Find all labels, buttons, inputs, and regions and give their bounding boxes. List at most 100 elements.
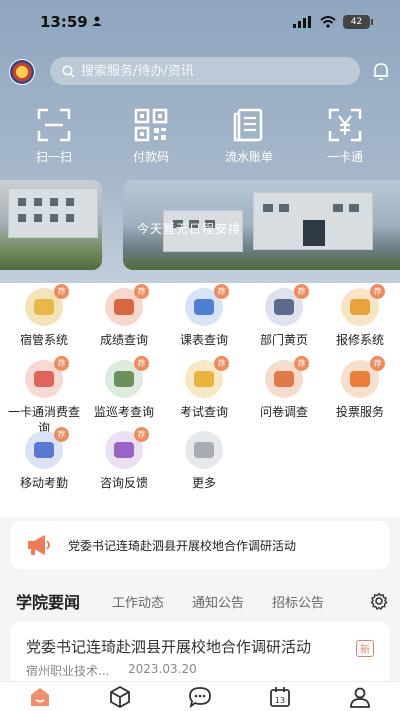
news-source: 宿州职业技术... xyxy=(26,664,110,678)
chat-icon xyxy=(189,687,211,709)
tab-work-updates[interactable]: 工作动态 xyxy=(112,592,164,611)
service-label: 监巡考查询 xyxy=(93,405,154,419)
service-glyph xyxy=(194,442,214,458)
tab-announcements[interactable]: 通知公告 xyxy=(192,592,244,611)
recommend-badge: 荐 xyxy=(370,356,385,371)
notice-text: 党委书记连琦赴泗县开展校地合作调研活动 xyxy=(68,539,297,553)
service-glyph xyxy=(114,442,134,458)
service-mobile-attendance[interactable]: 荐移动考勤 xyxy=(4,427,84,491)
tab-apps[interactable] xyxy=(80,685,160,709)
recommend-badge: 荐 xyxy=(54,284,69,299)
service-glyph xyxy=(34,299,54,315)
tab-calendar[interactable]: 13 xyxy=(240,685,320,709)
recommend-badge: 荐 xyxy=(134,427,149,442)
news-tabs: 学院要闻 工作动态 通知公告 招标公告 xyxy=(0,584,400,618)
quick-action-pay-code[interactable]: 付款码 xyxy=(111,108,191,165)
gear-icon[interactable] xyxy=(370,592,388,610)
service-voting-service[interactable]: 荐投票服务 xyxy=(320,356,400,420)
repair-system-icon: 荐 xyxy=(341,284,385,326)
recommend-badge: 荐 xyxy=(214,356,229,371)
status-time: 13:59 xyxy=(40,13,88,31)
banner-caption: 今天暂无日程安排 xyxy=(137,222,242,236)
news-date: 2023.03.20 xyxy=(128,662,197,676)
card-spending-query-icon: 荐 xyxy=(25,356,69,398)
cube-icon xyxy=(110,685,130,709)
banner-carousel[interactable]: 今天暂无日程安排 xyxy=(0,180,400,272)
tab-college-news[interactable]: 学院要闻 xyxy=(16,589,80,613)
service-glyph xyxy=(34,442,54,458)
bell-icon[interactable] xyxy=(371,61,391,81)
quick-action-scan[interactable]: 扫一扫 xyxy=(14,108,94,165)
status-bar: 13:59 42 xyxy=(0,0,400,46)
service-exam-query[interactable]: 荐考试查询 xyxy=(164,356,244,420)
quick-action-card[interactable]: 一卡通 xyxy=(305,108,385,165)
search-input[interactable] xyxy=(81,63,321,79)
more-icon xyxy=(185,431,223,469)
services-grid: 荐宿管系统荐成绩查询荐课表查询荐部门黄页荐报修系统荐一卡通消费查询荐监巡考查询荐… xyxy=(0,283,400,518)
recommend-badge: 荐 xyxy=(214,284,229,299)
search-bar[interactable] xyxy=(50,57,360,85)
service-glyph xyxy=(274,371,294,387)
news-item[interactable]: 党委书记连琦赴泗县开展校地合作调研活动 新 宿州职业技术... 2023.03.… xyxy=(10,622,390,682)
signal-icon xyxy=(293,16,311,28)
megaphone-icon xyxy=(28,535,50,555)
voting-service-icon: 荐 xyxy=(341,356,385,398)
service-timetable-query[interactable]: 荐课表查询 xyxy=(164,284,244,348)
service-department-directory[interactable]: 荐部门黄页 xyxy=(244,284,324,348)
service-grade-query[interactable]: 荐成绩查询 xyxy=(84,284,164,348)
school-logo xyxy=(9,59,35,85)
calendar-icon: 13 xyxy=(270,687,290,707)
tab-profile[interactable] xyxy=(320,685,400,709)
service-glyph xyxy=(350,299,370,315)
tab-tenders[interactable]: 招标公告 xyxy=(272,592,324,611)
card-yuan-icon xyxy=(328,108,362,142)
department-directory-icon: 荐 xyxy=(265,284,309,326)
recommend-badge: 荐 xyxy=(370,284,385,299)
service-label: 投票服务 xyxy=(335,405,384,419)
recommend-badge: 荐 xyxy=(54,356,69,371)
battery-indicator: 42 xyxy=(343,15,373,29)
quick-action-label: 流水账单 xyxy=(224,150,273,164)
dorm-system-icon: 荐 xyxy=(25,284,69,326)
service-glyph xyxy=(194,299,214,315)
service-label: 宿管系统 xyxy=(19,333,68,347)
tab-messages[interactable] xyxy=(160,685,240,709)
service-invigilation-query[interactable]: 荐监巡考查询 xyxy=(84,356,164,420)
survey-icon: 荐 xyxy=(265,356,309,398)
quick-action-label: 付款码 xyxy=(132,150,169,164)
service-label: 成绩查询 xyxy=(99,333,148,347)
search-icon xyxy=(62,64,75,78)
service-more[interactable]: 更多 xyxy=(164,431,244,491)
home-icon xyxy=(31,688,49,706)
banner-slide-previous[interactable] xyxy=(0,180,102,270)
tab-home[interactable] xyxy=(0,685,80,709)
status-indicators: 42 xyxy=(293,15,373,29)
service-label: 课表查询 xyxy=(179,333,228,347)
service-label: 报修系统 xyxy=(335,333,384,347)
grade-query-icon: 荐 xyxy=(105,284,149,326)
service-dorm-system[interactable]: 荐宿管系统 xyxy=(4,284,84,348)
service-survey[interactable]: 荐问卷调查 xyxy=(244,356,324,420)
quick-action-bill[interactable]: 流水账单 xyxy=(209,108,289,165)
service-label: 考试查询 xyxy=(179,405,228,419)
mobile-attendance-icon: 荐 xyxy=(25,427,69,469)
scan-icon xyxy=(37,108,71,142)
news-title: 党委书记连琦赴泗县开展校地合作调研活动 xyxy=(26,638,312,656)
bill-icon xyxy=(233,108,263,142)
service-label: 移动考勤 xyxy=(19,476,68,490)
banner-slide-current[interactable]: 今天暂无日程安排 xyxy=(123,180,400,270)
notice-bar[interactable]: 党委书记连琦赴泗县开展校地合作调研活动 xyxy=(10,521,390,569)
service-glyph xyxy=(194,371,214,387)
recommend-badge: 荐 xyxy=(294,284,309,299)
service-feedback[interactable]: 荐咨询反馈 xyxy=(84,427,164,491)
service-card-spending-query[interactable]: 荐一卡通消费查询 xyxy=(4,356,84,436)
service-label: 问卷调查 xyxy=(259,405,308,419)
timetable-query-icon: 荐 xyxy=(185,284,229,326)
header xyxy=(0,55,400,87)
invigilation-query-icon: 荐 xyxy=(105,356,149,398)
service-glyph xyxy=(114,299,134,315)
qr-code-icon xyxy=(134,108,168,142)
service-glyph xyxy=(350,371,370,387)
exam-query-icon: 荐 xyxy=(185,356,229,398)
service-repair-system[interactable]: 荐报修系统 xyxy=(320,284,400,348)
